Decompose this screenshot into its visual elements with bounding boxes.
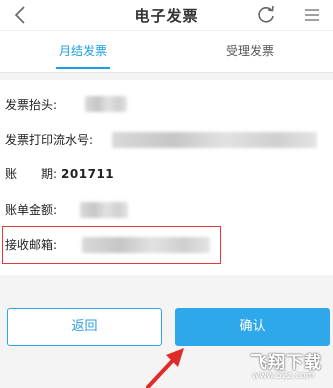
invoice-title-label: 发票抬头: bbox=[5, 98, 58, 112]
e-invoice-screen: 电子发票 月结发票 受理发票 发票抬头: 发票打印流水号: 账 期: 20171… bbox=[0, 0, 333, 388]
billing-period-row: 账 期: 201711 bbox=[5, 164, 114, 184]
menu-icon[interactable] bbox=[302, 5, 322, 25]
serial-number-label: 发票打印流水号: bbox=[5, 133, 94, 147]
bill-amount-value-redacted bbox=[80, 202, 128, 218]
active-tab-indicator bbox=[56, 67, 110, 69]
email-highlight-box bbox=[2, 226, 221, 264]
site-watermark: 飞翔下载 www.52z.com bbox=[232, 348, 332, 386]
billing-period-label: 账 期: bbox=[5, 167, 58, 181]
refresh-icon[interactable] bbox=[255, 4, 277, 26]
bill-amount-label: 账单金额: bbox=[5, 203, 58, 217]
serial-number-row: 发票打印流水号: bbox=[5, 130, 93, 150]
bill-amount-row: 账单金额: bbox=[5, 200, 57, 220]
tab-monthly-invoice[interactable]: 月结发票 bbox=[0, 31, 166, 72]
invoice-title-value-redacted bbox=[85, 96, 127, 112]
watermark-main-text: 飞翔下载 bbox=[250, 353, 322, 373]
billing-period-value: 201711 bbox=[61, 167, 115, 181]
nav-bar: 电子发票 bbox=[0, 0, 333, 30]
tab-bar: 月结发票 受理发票 bbox=[0, 30, 333, 73]
confirm-button[interactable]: 确认 bbox=[175, 308, 330, 346]
invoice-title-row: 发票抬头: bbox=[5, 95, 57, 115]
serial-number-value-redacted bbox=[112, 132, 317, 148]
invoice-info-panel: 发票抬头: 发票打印流水号: 账 期: 201711 账单金额: 接收邮箱: bbox=[0, 80, 333, 275]
tab-accepted-invoice[interactable]: 受理发票 bbox=[167, 31, 333, 72]
page-title: 电子发票 bbox=[134, 7, 199, 25]
annotation-arrow-icon bbox=[140, 345, 190, 388]
watermark-url-text: www.52z.com bbox=[252, 371, 315, 381]
back-button[interactable]: 返回 bbox=[7, 308, 162, 346]
